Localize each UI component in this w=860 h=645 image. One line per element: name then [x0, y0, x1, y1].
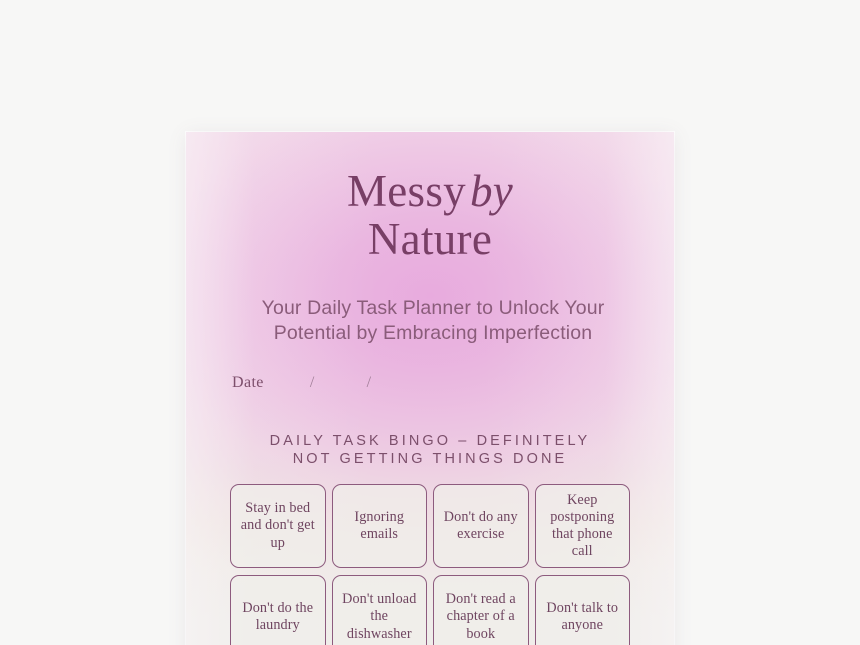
planner-subtitle: Your Daily Task Planner to Unlock Your P… [261, 297, 605, 344]
bingo-section-heading: DAILY TASK BINGO – DEFINITELY NOT GETTIN… [226, 432, 634, 468]
date-separator-1: / [309, 374, 315, 391]
bingo-cell-label: Don't read a chapter of a book [445, 591, 516, 642]
bingo-row: Stay in bed and don't get up Ignoring em… [230, 484, 630, 568]
bingo-cell-label: Don't unload the dishwasher [342, 591, 417, 642]
brand-title: Messyby Nature [186, 166, 674, 264]
bingo-cell[interactable]: Don't read a chapter of a book [433, 575, 529, 645]
brand-title-word-by: by [469, 166, 514, 216]
planner-sheet: Messyby Nature Your Daily Task Planner t… [186, 132, 674, 645]
bingo-cell[interactable]: Don't unload the dishwasher [331, 575, 427, 645]
bingo-cell-label: Don't do the laundry [242, 599, 314, 633]
bingo-cell[interactable]: Don't do the laundry [230, 575, 326, 645]
brand-title-line-2: Nature [367, 213, 493, 264]
bingo-grid: Stay in bed and don't get up Ignoring em… [230, 484, 630, 645]
brand-title-word-messy: Messy [346, 166, 466, 216]
date-field-row: Date / / [232, 374, 372, 392]
bingo-cell[interactable]: Ignoring emails [331, 484, 427, 568]
bingo-cell[interactable]: Keep postponing that phone call [534, 484, 630, 568]
bingo-section-heading-line-1: DAILY TASK BINGO – DEFINITELY [269, 433, 591, 449]
bingo-cell[interactable]: Stay in bed and don't get up [230, 484, 326, 568]
brand-title-line-1: Messyby [186, 166, 674, 216]
bingo-cell-label: Keep postponing that phone call [550, 491, 615, 560]
bingo-cell-label: Don't do any exercise [443, 508, 518, 542]
bingo-row: Don't do the laundry Don't unload the di… [230, 575, 630, 645]
bingo-cell[interactable]: Don't talk to anyone [534, 575, 630, 645]
bingo-section-heading-line-2: NOT GETTING THINGS DONE [292, 451, 568, 468]
bingo-cell-label: Ignoring emails [354, 508, 405, 542]
date-label: Date [232, 374, 264, 391]
screenshot-viewport: Messyby Nature Your Daily Task Planner t… [0, 0, 860, 645]
bingo-cell-label: Don't talk to anyone [546, 599, 619, 633]
bingo-cell[interactable]: Don't do any exercise [433, 484, 529, 568]
date-separator-2: / [366, 374, 372, 391]
bingo-cell-label: Stay in bed and don't get up [240, 500, 315, 551]
sheet-content: Messyby Nature Your Daily Task Planner t… [186, 132, 674, 645]
